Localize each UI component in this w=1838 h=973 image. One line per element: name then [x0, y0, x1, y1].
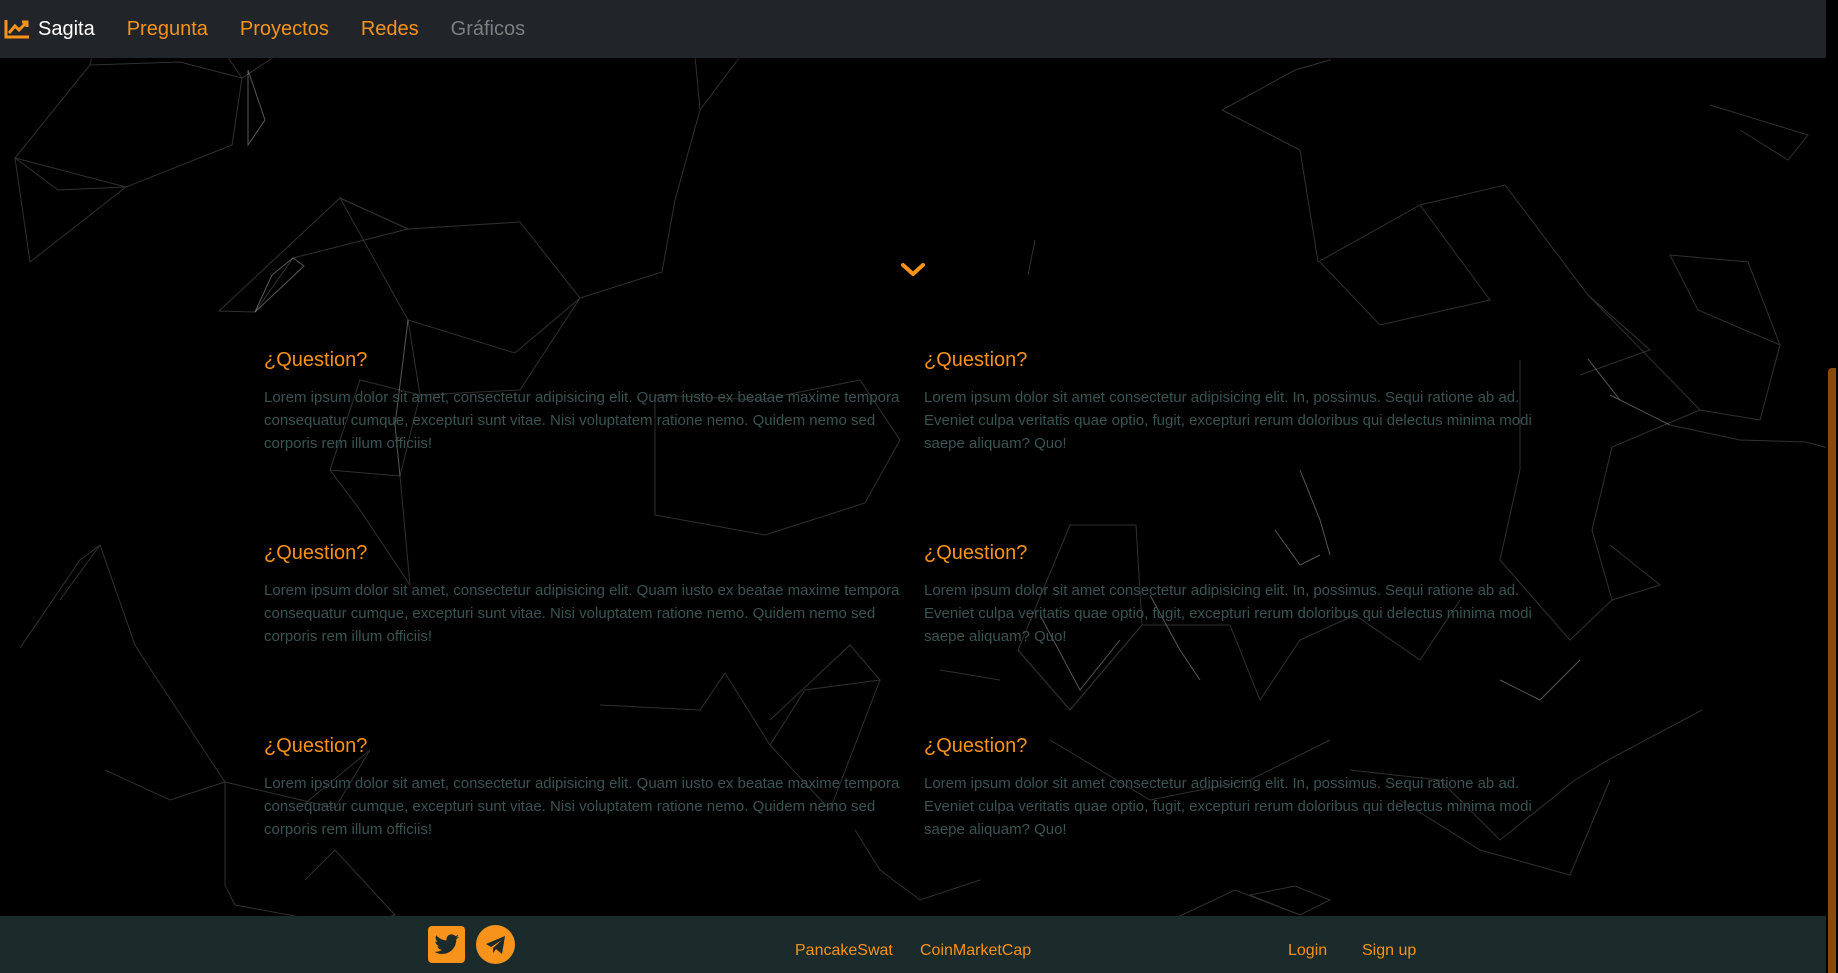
faq-answer: Lorem ipsum dolor sit amet consectetur a…	[924, 582, 1532, 645]
chevron-down-icon[interactable]	[900, 262, 926, 278]
nav-link-pregunta[interactable]: Pregunta	[127, 18, 208, 41]
nav-links: Pregunta Proyectos Redes Gráficos	[127, 18, 557, 41]
footer-link-coinmarketcap[interactable]: CoinMarketCap	[920, 942, 1031, 960]
faq-item: ¿Question? Lorem ipsum dolor sit amet, c…	[264, 732, 924, 925]
signup-link[interactable]: Sign up	[1362, 942, 1416, 960]
faq-question: ¿Question?	[264, 735, 368, 757]
faq-question: ¿Question?	[264, 542, 368, 564]
nav-link-redes[interactable]: Redes	[361, 18, 419, 41]
faq-question: ¿Question?	[924, 349, 1028, 371]
faq-item: ¿Question? Lorem ipsum dolor sit amet co…	[924, 732, 1584, 925]
faq-answer: Lorem ipsum dolor sit amet consectetur a…	[924, 389, 1532, 452]
faq-question: ¿Question?	[924, 735, 1028, 757]
faq-question: ¿Question?	[264, 349, 368, 371]
login-link[interactable]: Login	[1288, 942, 1327, 960]
faq-answer: Lorem ipsum dolor sit amet, consectetur …	[264, 582, 900, 645]
social-links	[428, 925, 526, 964]
top-navbar: Sagita Pregunta Proyectos Redes Gráficos	[0, 0, 1826, 58]
twitter-button[interactable]	[428, 926, 465, 963]
faq-item: ¿Question? Lorem ipsum dolor sit amet, c…	[264, 539, 924, 732]
page-footer: PancakeSwat CoinMarketCap Login Sign up	[0, 916, 1826, 973]
faq-answer: Lorem ipsum dolor sit amet consectetur a…	[924, 775, 1532, 838]
nav-link-proyectos[interactable]: Proyectos	[240, 18, 329, 41]
faq-answer: Lorem ipsum dolor sit amet, consectetur …	[264, 389, 900, 452]
footer-link-pancakeswat[interactable]: PancakeSwat	[795, 942, 893, 960]
faq-item: ¿Question? Lorem ipsum dolor sit amet co…	[924, 346, 1584, 539]
twitter-icon	[434, 933, 459, 954]
scrollbar-thumb[interactable]	[1828, 368, 1836, 973]
faq-question: ¿Question?	[924, 542, 1028, 564]
telegram-icon	[485, 935, 505, 954]
faq-item: ¿Question? Lorem ipsum dolor sit amet, c…	[264, 346, 924, 539]
brand-label: Sagita	[38, 17, 95, 40]
faq-item: ¿Question? Lorem ipsum dolor sit amet co…	[924, 539, 1584, 732]
faq-answer: Lorem ipsum dolor sit amet, consectetur …	[264, 775, 900, 838]
chart-line-icon	[4, 20, 29, 39]
nav-link-graficos: Gráficos	[450, 17, 526, 40]
telegram-button[interactable]	[476, 925, 515, 964]
faq-section: ¿Question? Lorem ipsum dolor sit amet, c…	[264, 346, 1604, 925]
brand-link[interactable]: Sagita	[4, 18, 95, 41]
